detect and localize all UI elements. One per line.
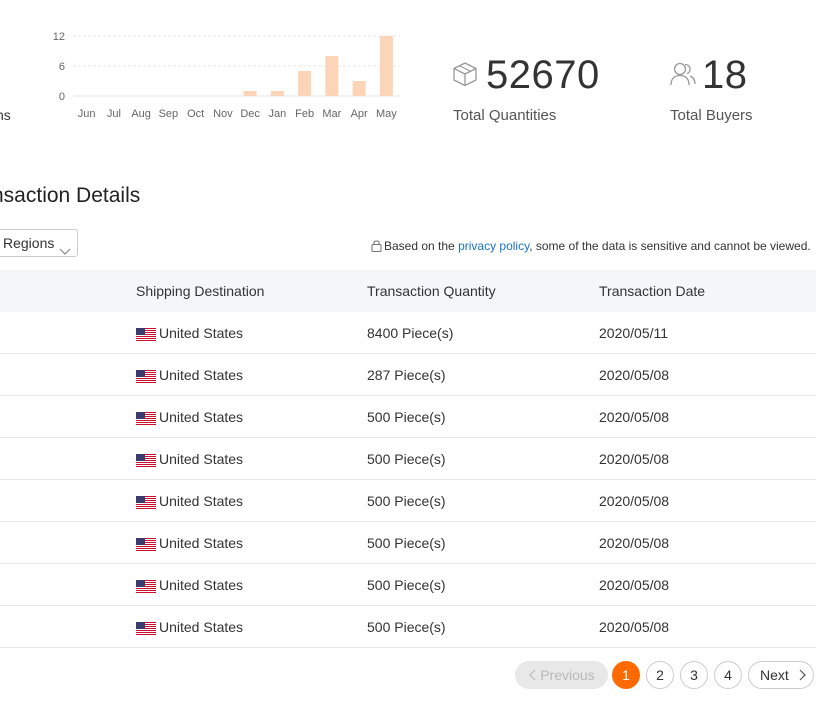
bar-may [379, 36, 393, 96]
transaction-date-cell: 2020/05/08 [599, 535, 670, 551]
privacy-policy-link[interactable]: privacy policy [458, 239, 529, 253]
us-flag-icon [136, 328, 156, 341]
monthly-transactions-chart: 12 6 0 Jun Jul Aug Sep Oct Nov Dec Jan Feb Mar Apr May [53, 31, 400, 120]
table-row: United States 287 Piece(s) 2020/05/08 [0, 354, 816, 396]
x-tick-label: Nov [213, 108, 233, 120]
header-shipping-destination: Shipping Destination [136, 283, 265, 299]
transaction-date-cell: 2020/05/08 [599, 577, 670, 593]
chevron-right-icon [799, 663, 807, 689]
x-tick-label: Jul [107, 108, 121, 120]
shipping-destination-cell: United States [159, 619, 244, 635]
header-transaction-date: Transaction Date [599, 283, 706, 299]
x-tick-label: Apr [351, 108, 368, 120]
transaction-quantity-cell: 500 Piece(s) [367, 409, 446, 425]
transaction-table: Shipping Destination Transaction Quantit… [0, 270, 816, 648]
bar-apr [352, 81, 366, 96]
x-tick-label: Aug [131, 108, 151, 120]
total-buyers-label: Total Buyers [670, 107, 753, 124]
us-flag-icon [136, 496, 156, 509]
shipping-destination-cell: United States [159, 451, 244, 467]
previous-page-button[interactable]: Previous [515, 661, 608, 689]
us-flag-icon [136, 580, 156, 593]
bar-jan [270, 91, 284, 96]
transaction-quantity-cell: 500 Piece(s) [367, 619, 446, 635]
transaction-quantity-cell: 8400 Piece(s) [367, 325, 454, 341]
privacy-note: Based on the privacy policy, some of the… [371, 239, 811, 255]
table-row: United States 500 Piece(s) 2020/05/08 [0, 522, 816, 564]
x-tick-label: Sep [159, 108, 179, 120]
transaction-date-cell: 2020/05/08 [599, 367, 670, 383]
shipping-destination-cell: United States [159, 325, 244, 341]
x-tick-label: May [376, 108, 397, 120]
table-row: United States 500 Piece(s) 2020/05/08 [0, 438, 816, 480]
regions-dropdown[interactable]: Regions [0, 229, 78, 257]
transaction-quantity-cell: 500 Piece(s) [367, 535, 446, 551]
bar-dec [243, 91, 257, 96]
privacy-suffix: , some of the data is sensitive and cann… [529, 239, 811, 253]
bar-mar [325, 56, 339, 96]
shipping-destination-cell: United States [159, 493, 244, 509]
previous-label: Previous [540, 667, 595, 683]
y-tick-label: 0 [59, 91, 65, 103]
x-tick-label: Mar [322, 108, 341, 120]
us-flag-icon [136, 412, 156, 425]
us-flag-icon [136, 454, 156, 467]
total-quantities-label: Total Quantities [453, 107, 557, 124]
privacy-prefix: Based on the [384, 239, 459, 253]
x-tick-label: Jan [269, 108, 287, 120]
transaction-quantity-cell: 500 Piece(s) [367, 493, 446, 509]
page-3-button[interactable]: 3 [680, 661, 708, 689]
table-header: Shipping Destination Transaction Quantit… [0, 270, 816, 312]
transaction-quantity-cell: 500 Piece(s) [367, 451, 446, 467]
transaction-date-cell: 2020/05/08 [599, 409, 670, 425]
y-tick-label: 12 [53, 31, 65, 43]
total-quantities-value: 52670 [486, 53, 600, 97]
box-icon [452, 61, 478, 92]
table-row: United States 500 Piece(s) 2020/05/08 [0, 396, 816, 438]
chevron-down-icon [59, 238, 71, 264]
next-label: Next [760, 667, 789, 683]
transaction-quantity-cell: 287 Piece(s) [367, 367, 446, 383]
shipping-destination-cell: United States [159, 577, 244, 593]
us-flag-icon [136, 622, 156, 635]
us-flag-icon [136, 538, 156, 551]
partial-stat-label: ns [0, 107, 11, 123]
regions-dropdown-label: Regions [3, 235, 55, 251]
header-transaction-quantity: Transaction Quantity [367, 283, 496, 299]
next-page-button[interactable]: Next [748, 661, 814, 689]
page-4-button[interactable]: 4 [714, 661, 742, 689]
x-tick-label: Oct [187, 108, 204, 120]
transaction-quantity-cell: 500 Piece(s) [367, 577, 446, 593]
bar-feb [298, 71, 312, 96]
table-row: United States 8400 Piece(s) 2020/05/11 [0, 312, 816, 354]
us-flag-icon [136, 370, 156, 383]
lock-icon [371, 239, 382, 255]
total-buyers-value: 18 [702, 53, 748, 97]
table-body: United States 8400 Piece(s) 2020/05/11 Unit… [0, 312, 816, 648]
page-2-button[interactable]: 2 [646, 661, 674, 689]
x-tick-label: Jun [78, 108, 96, 120]
x-tick-label: Dec [240, 108, 260, 120]
transaction-date-cell: 2020/05/08 [599, 493, 670, 509]
table-row: United States 500 Piece(s) 2020/05/08 [0, 606, 816, 648]
transaction-date-cell: 2020/05/11 [599, 325, 669, 341]
shipping-destination-cell: United States [159, 535, 244, 551]
y-tick-label: 6 [59, 61, 65, 73]
page-1-button[interactable]: 1 [612, 661, 640, 689]
shipping-destination-cell: United States [159, 367, 244, 383]
x-tick-label: Feb [295, 108, 314, 120]
table-row: United States 500 Piece(s) 2020/05/08 [0, 564, 816, 606]
shipping-destination-cell: United States [159, 409, 244, 425]
transaction-date-cell: 2020/05/08 [599, 451, 670, 467]
table-row: United States 500 Piece(s) 2020/05/08 [0, 480, 816, 522]
transaction-date-cell: 2020/05/08 [599, 619, 670, 635]
transaction-details-title: nsaction Details [0, 184, 141, 207]
buyers-icon [669, 60, 697, 93]
chevron-left-icon [528, 662, 536, 690]
